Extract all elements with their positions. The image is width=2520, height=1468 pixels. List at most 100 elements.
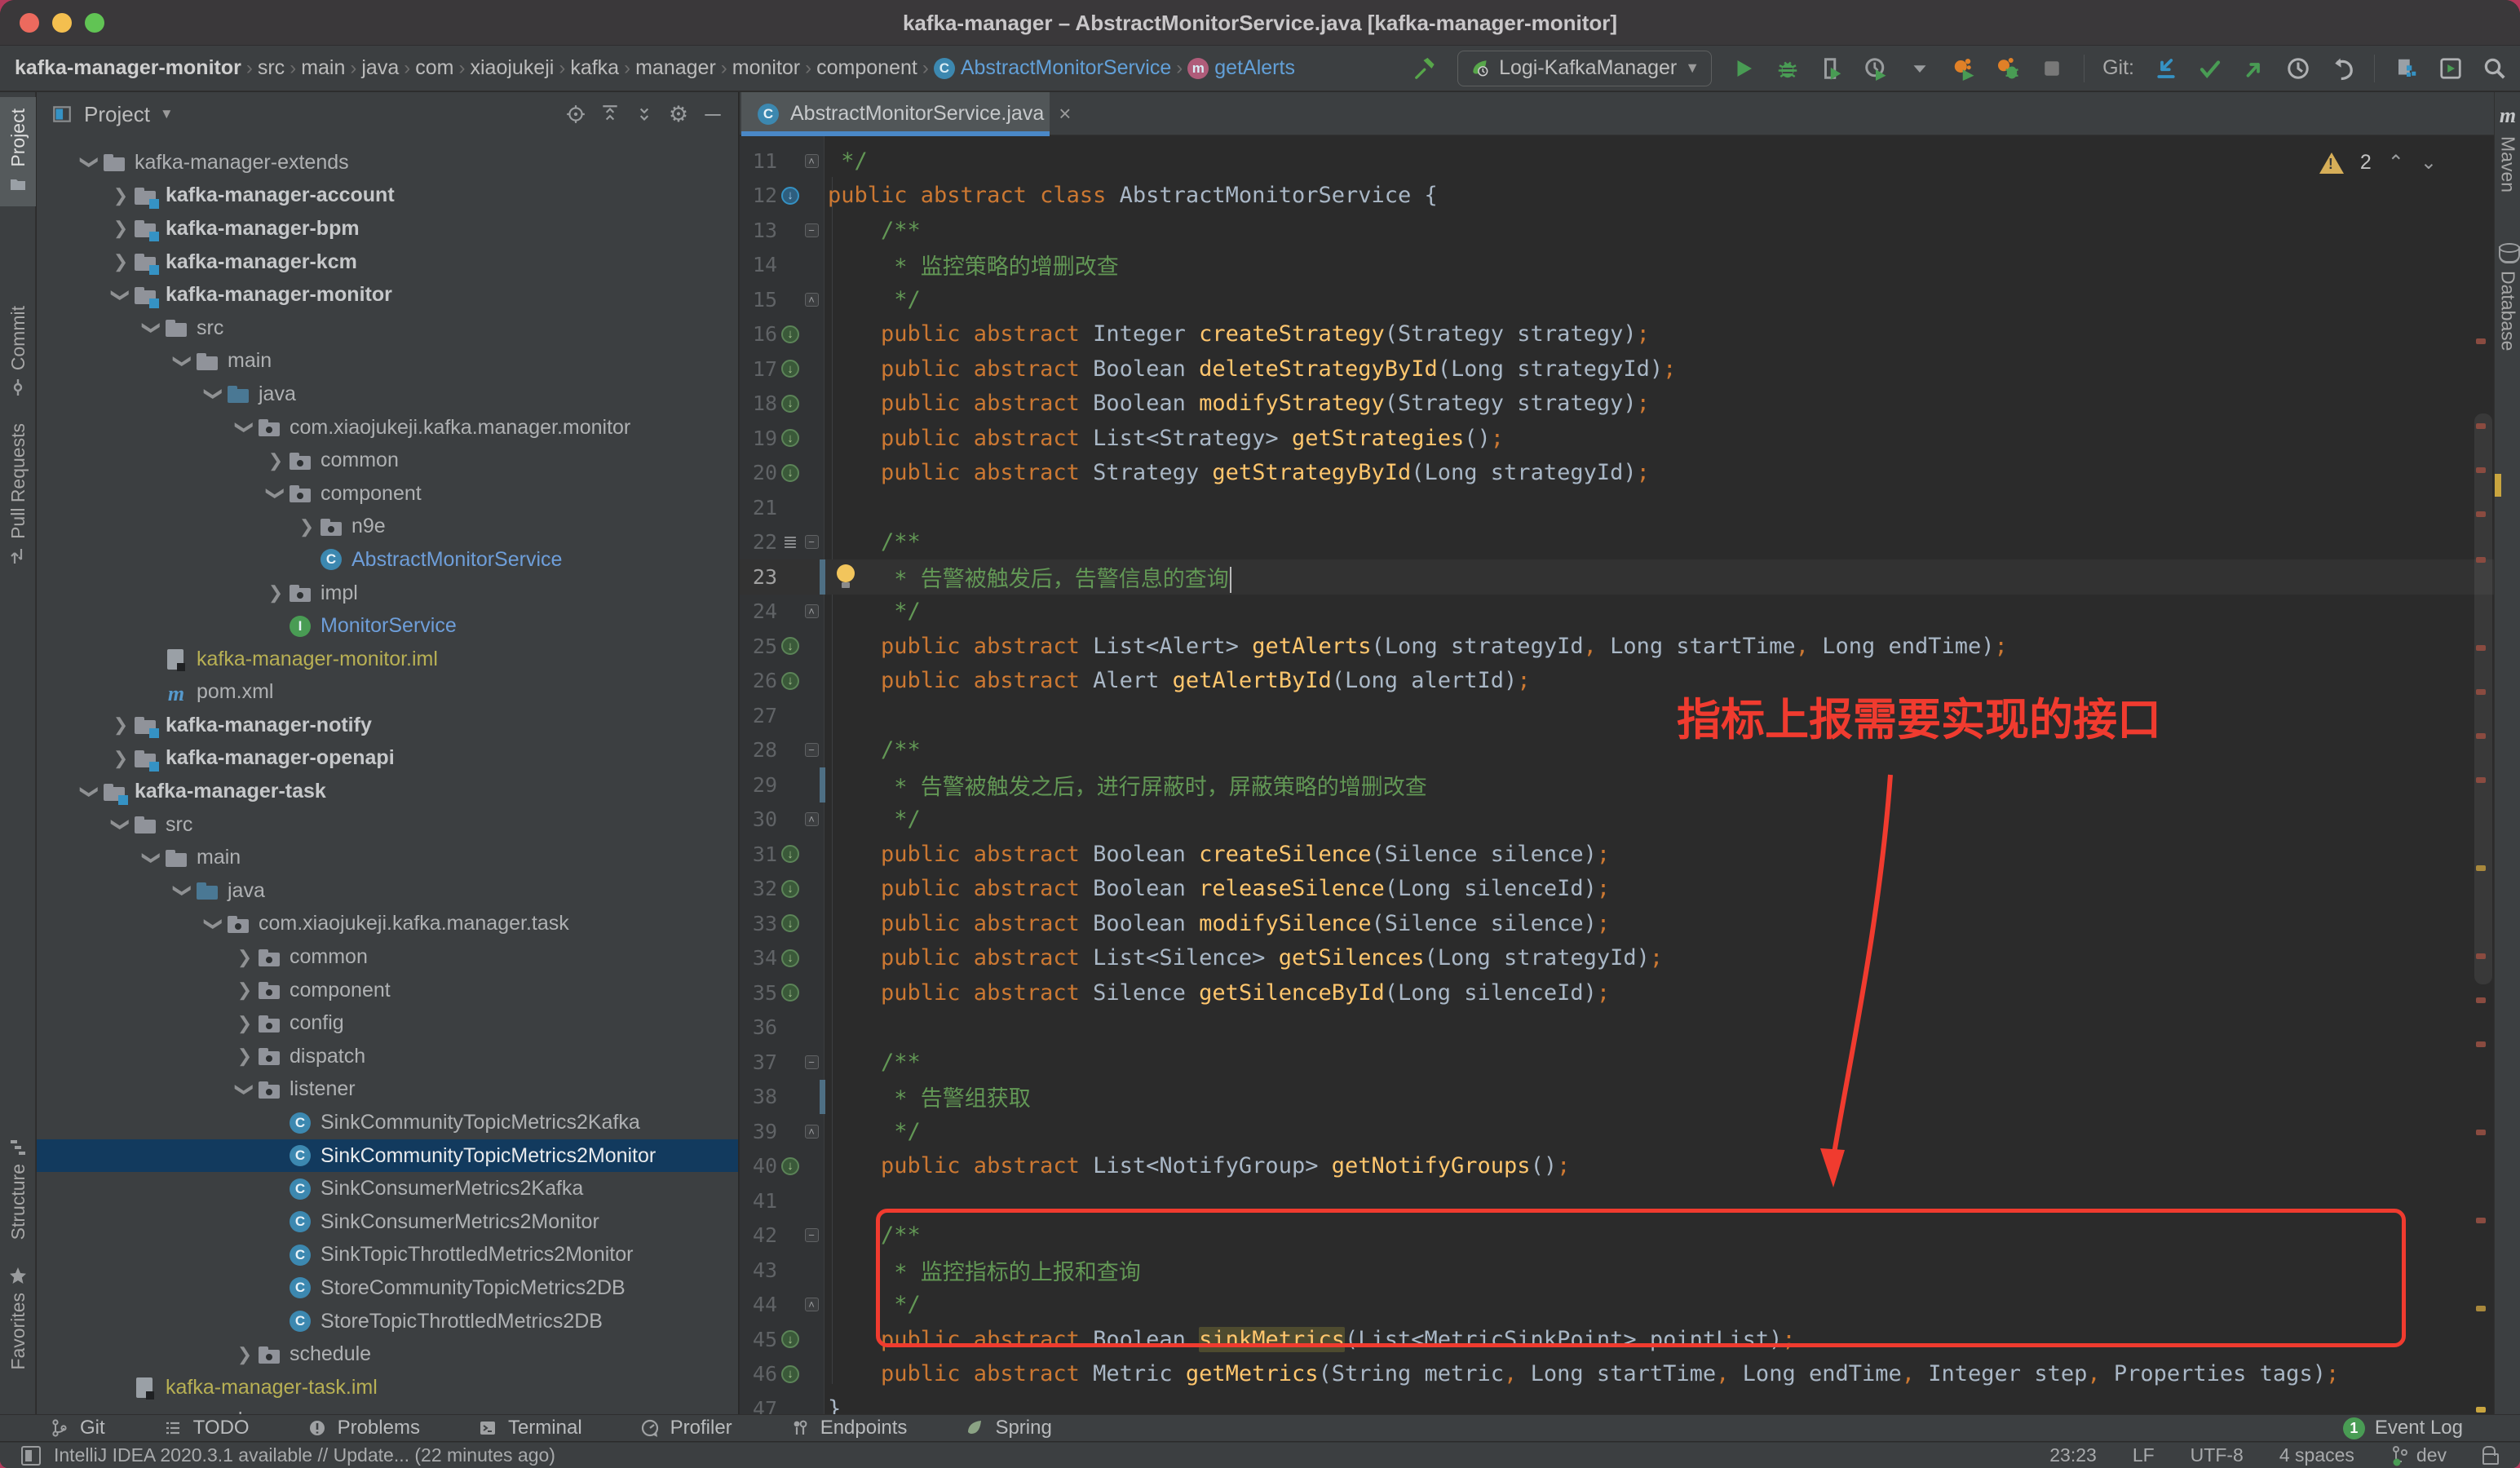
tree-row[interactable]: ❯kafka-manager-bpm <box>37 212 738 245</box>
code-text[interactable]: /** <box>825 1050 2494 1075</box>
run-anything-icon[interactable] <box>2437 55 2465 82</box>
list-gutter-icon[interactable]: ≣ <box>777 532 803 553</box>
run-async-profiler-icon[interactable] <box>1950 55 1978 82</box>
tool-window-button-git[interactable]: Git <box>49 1417 105 1439</box>
tree-row[interactable]: CSinkConsumerMetrics2Kafka <box>37 1172 738 1205</box>
breadcrumb-item[interactable]: mgetAlerts <box>1187 56 1295 80</box>
tree-row[interactable]: mpom.xml <box>37 1404 738 1414</box>
code-line[interactable]: 34↓ public abstract List<Silence> getSil… <box>740 941 2494 976</box>
code-text[interactable]: public abstract class AbstractMonitorSer… <box>825 183 2494 208</box>
breadcrumb-item[interactable]: kafka-manager-monitor <box>15 56 241 80</box>
code-line[interactable]: 22≣− /** <box>740 525 2494 560</box>
code-text[interactable]: public abstract Strategy getStrategyById… <box>825 460 2494 485</box>
tree-row[interactable]: ❯src <box>37 312 738 345</box>
tree-row[interactable]: mpom.xml <box>37 676 738 710</box>
editor-tab-abstractmonitorservice[interactable]: C AbstractMonitorService.java × <box>741 92 1050 135</box>
error-stripe-mark[interactable] <box>2476 557 2486 563</box>
sidebar-item-database[interactable]: Database <box>2495 243 2520 351</box>
error-stripe-mark[interactable] <box>2476 645 2486 651</box>
code-text[interactable]: * 告警被触发之后，进行屏蔽时，屏蔽策略的增删改查 <box>825 769 2494 801</box>
code-line[interactable]: 14 * 监控策略的增删改查 <box>740 248 2494 283</box>
impl-gutter-icon[interactable]: ↓ <box>777 325 803 343</box>
history-icon[interactable] <box>2284 55 2312 82</box>
intention-bulb-icon[interactable] <box>837 564 855 582</box>
code-line[interactable]: 35↓ public abstract Silence getSilenceBy… <box>740 975 2494 1010</box>
sidebar-item-favorites[interactable]: Favorites <box>0 1257 36 1378</box>
code-line[interactable]: 46↓ public abstract Metric getMetrics(St… <box>740 1357 2494 1392</box>
tree-row[interactable]: ❯config <box>37 1006 738 1040</box>
line-number[interactable]: 39 <box>740 1120 777 1143</box>
impl-gutter-icon[interactable]: ↓ <box>777 429 803 447</box>
tree-row[interactable]: ❯kafka-manager-monitor <box>37 278 738 312</box>
breadcrumb-item[interactable]: main <box>301 56 345 80</box>
project-panel-title[interactable]: Project <box>84 102 150 127</box>
line-number[interactable]: 23 <box>740 565 777 589</box>
line-number[interactable]: 30 <box>740 807 777 831</box>
tree-toggle-icon[interactable]: ❯ <box>265 481 286 506</box>
error-stripe-mark[interactable] <box>2476 511 2486 517</box>
tree-row[interactable]: CStoreTopicThrottledMetrics2DB <box>37 1305 738 1338</box>
git-branch-widget[interactable]: dev <box>2390 1444 2447 1466</box>
search-everywhere-icon[interactable] <box>2481 55 2509 82</box>
line-number[interactable]: 18 <box>740 391 777 415</box>
diff-icon[interactable] <box>2393 55 2421 82</box>
collapse-all-icon[interactable] <box>632 102 657 126</box>
code-line[interactable]: 12↓ public abstract class AbstractMonitor… <box>740 179 2494 214</box>
line-number[interactable]: 12 <box>740 184 777 207</box>
update-window-icon[interactable] <box>21 1446 41 1466</box>
event-log-button[interactable]: 1 Event Log <box>2343 1417 2463 1439</box>
breadcrumb-item[interactable]: src <box>258 56 285 80</box>
status-message[interactable]: IntelliJ IDEA 2020.3.1 available // Upda… <box>54 1444 555 1466</box>
code-text[interactable]: /** <box>825 529 2494 555</box>
code-text[interactable]: /** <box>825 218 2494 243</box>
tree-row[interactable]: ❯kafka-manager-extends <box>37 146 738 179</box>
code-text[interactable]: public abstract Boolean modifyStrategy(S… <box>825 391 2494 416</box>
close-tab-icon[interactable]: × <box>1059 101 1071 126</box>
tree-toggle-icon[interactable]: ❯ <box>232 947 257 968</box>
fold-marker-icon[interactable]: ˄ <box>803 604 820 618</box>
sidebar-item-commit[interactable]: Commit <box>0 294 36 409</box>
code-text[interactable]: */ <box>825 148 2494 174</box>
stop-icon[interactable] <box>2038 55 2066 82</box>
sidebar-item-pull-requests[interactable]: Pull Requests <box>0 412 36 578</box>
line-number[interactable]: 46 <box>740 1362 777 1386</box>
tree-row[interactable]: kafka-manager-task.iml <box>37 1371 738 1404</box>
debug-async-profiler-icon[interactable] <box>1994 55 2022 82</box>
fold-marker-icon[interactable]: ˄ <box>803 812 820 826</box>
error-stripe-mark[interactable] <box>2476 467 2486 473</box>
tree-toggle-icon[interactable]: ❯ <box>110 283 131 307</box>
tree-row[interactable]: ❯kafka-manager-openapi <box>37 742 738 776</box>
line-number[interactable]: 14 <box>740 253 777 276</box>
fold-marker-icon[interactable]: ˄ <box>803 1298 820 1311</box>
tree-row[interactable]: CSinkTopicThrottledMetrics2Monitor <box>37 1239 738 1272</box>
impl-gutter-icon[interactable]: ↓ <box>777 637 803 655</box>
impl-gutter-icon[interactable]: ↓ <box>777 1157 803 1175</box>
fold-marker-icon[interactable]: − <box>803 1228 820 1242</box>
code-line[interactable]: 11˄ */ <box>740 144 2494 179</box>
code-line[interactable]: 16↓ public abstract Integer createStrate… <box>740 317 2494 352</box>
error-stripe-mark[interactable] <box>2476 689 2486 695</box>
tree-toggle-icon[interactable]: ❯ <box>263 450 288 471</box>
tree-toggle-icon[interactable]: ❯ <box>172 349 193 374</box>
profiler-dropdown-icon[interactable] <box>1906 55 1934 82</box>
impl-class-gutter-icon[interactable]: ↓ <box>777 187 803 205</box>
impl-gutter-icon[interactable]: ↓ <box>777 984 803 1002</box>
line-number[interactable]: 22 <box>740 530 777 554</box>
commit-icon[interactable] <box>2196 55 2224 82</box>
impl-gutter-icon[interactable]: ↓ <box>777 395 803 413</box>
line-number[interactable]: 36 <box>740 1015 777 1039</box>
build-hammer-icon[interactable] <box>1412 55 1439 82</box>
impl-gutter-icon[interactable]: ↓ <box>777 880 803 898</box>
line-number[interactable]: 24 <box>740 599 777 623</box>
code-text[interactable]: */ <box>825 287 2494 312</box>
tree-row[interactable]: ❯com.xiaojukeji.kafka.manager.monitor <box>37 411 738 444</box>
breadcrumb-item[interactable]: xiaojukeji <box>470 56 554 80</box>
tree-toggle-icon[interactable]: ❯ <box>232 1344 257 1365</box>
line-number[interactable]: 21 <box>740 496 777 520</box>
breadcrumb-item[interactable]: kafka <box>570 56 619 80</box>
tree-row[interactable]: ❯com.xiaojukeji.kafka.manager.task <box>37 908 738 941</box>
tool-window-button-spring[interactable]: Spring <box>964 1417 1051 1439</box>
breadcrumb-item[interactable]: java <box>361 56 399 80</box>
code-text[interactable]: * 监控策略的增删改查 <box>825 249 2494 281</box>
file-encoding[interactable]: UTF-8 <box>2191 1444 2244 1466</box>
